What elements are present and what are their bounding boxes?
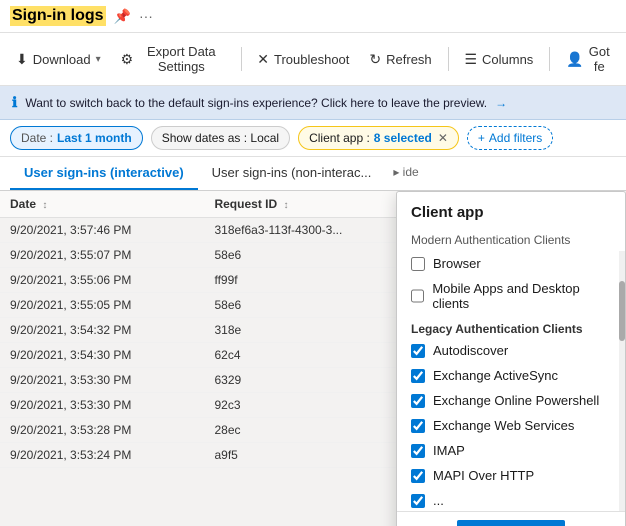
got-icon: 👤 — [566, 51, 583, 68]
label-extra: ... — [433, 493, 444, 508]
checkbox-exchange-activesync[interactable] — [411, 369, 425, 383]
date-filter-chip[interactable]: Date : Last 1 month — [10, 126, 143, 150]
client-app-dropdown: Client app Modern Authentication Clients… — [396, 191, 626, 526]
tab-non-interactive[interactable]: User sign-ins (non-interac... — [198, 157, 386, 190]
dropdown-item-autodiscover[interactable]: Autodiscover — [397, 338, 625, 363]
dropdown-item-imap[interactable]: IMAP — [397, 438, 625, 463]
dropdown-title: Client app — [397, 192, 625, 227]
download-button[interactable]: ⬇ Download ▾ — [8, 46, 109, 73]
cell-request_id: 92c3 — [204, 393, 408, 418]
toolbar-divider2 — [448, 47, 449, 71]
download-icon: ⬇ — [16, 51, 28, 68]
cell-request_id: ff99f — [204, 268, 408, 293]
checkbox-mobile-apps[interactable] — [411, 289, 424, 303]
checkbox-exchange-web-services[interactable] — [411, 419, 425, 433]
main-content: Date ↕ Request ID ↕ User Status — [0, 191, 626, 526]
scrollbar-track — [619, 251, 625, 511]
more-icon[interactable]: ··· — [139, 8, 153, 24]
page-title: Sign-in logs — [10, 6, 106, 26]
checkbox-autodiscover[interactable] — [411, 344, 425, 358]
legacy-section-label: Legacy Authentication Clients — [397, 316, 625, 338]
label-exchange-activesync: Exchange ActiveSync — [433, 368, 558, 383]
checkbox-imap[interactable] — [411, 444, 425, 458]
pin-icon[interactable]: 📌 — [114, 8, 131, 25]
label-autodiscover: Autodiscover — [433, 343, 508, 358]
client-app-chip[interactable]: Client app : 8 selected ✕ — [298, 126, 459, 150]
cell-request_id: 28ec — [204, 418, 408, 443]
cell-request_id: 318ef6a3-113f-4300-3... — [204, 218, 408, 243]
checkbox-exchange-online-powershell[interactable] — [411, 394, 425, 408]
cell-request_id: 58e6 — [204, 243, 408, 268]
refresh-icon: ↻ — [369, 51, 381, 68]
tab-interactive[interactable]: User sign-ins (interactive) — [10, 157, 198, 190]
dropdown-item-exchange-web-services[interactable]: Exchange Web Services — [397, 413, 625, 438]
col-request-id[interactable]: Request ID ↕ — [204, 191, 408, 218]
refresh-button[interactable]: ↻ Refresh — [361, 46, 439, 73]
label-exchange-web-services: Exchange Web Services — [433, 418, 574, 433]
cell-date: 9/20/2021, 3:53:30 PM — [0, 368, 204, 393]
checkbox-extra[interactable] — [411, 494, 425, 508]
dropdown-item-browser[interactable]: Browser — [397, 251, 625, 276]
cell-date: 9/20/2021, 3:53:24 PM — [0, 443, 204, 468]
export-data-settings-button[interactable]: ⚙ Export Data Settings — [113, 39, 233, 79]
cell-request_id: 58e6 — [204, 293, 408, 318]
cell-date: 9/20/2021, 3:55:06 PM — [0, 268, 204, 293]
info-icon: ℹ — [12, 94, 17, 111]
cell-date: 9/20/2021, 3:55:05 PM — [0, 293, 204, 318]
got-button[interactable]: 👤 Got fe — [558, 39, 618, 79]
dropdown-caret-icon: ▾ — [96, 54, 101, 65]
label-imap: IMAP — [433, 443, 465, 458]
dropdown-footer: Apply — [397, 511, 625, 526]
add-filters-button[interactable]: + Add filters — [467, 126, 553, 150]
scrollbar-thumb — [619, 281, 625, 341]
sort-icon-date: ↕ — [42, 200, 47, 211]
cell-date: 9/20/2021, 3:54:32 PM — [0, 318, 204, 343]
cell-date: 9/20/2021, 3:53:30 PM — [0, 393, 204, 418]
cell-request_id: a9f5 — [204, 443, 408, 468]
cell-request_id: 62c4 — [204, 343, 408, 368]
toolbar-divider3 — [549, 47, 550, 71]
show-dates-chip[interactable]: Show dates as : Local — [151, 126, 290, 150]
cell-date: 9/20/2021, 3:55:07 PM — [0, 243, 204, 268]
plus-icon: + — [478, 131, 485, 145]
dropdown-item-exchange-online-powershell[interactable]: Exchange Online Powershell — [397, 388, 625, 413]
cell-date: 9/20/2021, 3:53:28 PM — [0, 418, 204, 443]
cell-request_id: 318e — [204, 318, 408, 343]
toolbar-divider — [241, 47, 242, 71]
dropdown-item-mapi-over-http[interactable]: MAPI Over HTTP — [397, 463, 625, 488]
label-mapi-over-http: MAPI Over HTTP — [433, 468, 534, 483]
tab-more[interactable]: ▸ ide — [385, 157, 426, 190]
cell-date: 9/20/2021, 3:54:30 PM — [0, 343, 204, 368]
troubleshoot-icon: ✕ — [257, 51, 269, 68]
dropdown-item-mobile-apps[interactable]: Mobile Apps and Desktop clients — [397, 276, 625, 316]
cell-date: 9/20/2021, 3:57:46 PM — [0, 218, 204, 243]
filter-bar: Date : Last 1 month Show dates as : Loca… — [0, 120, 626, 157]
label-mobile-apps: Mobile Apps and Desktop clients — [432, 281, 611, 311]
columns-button[interactable]: ☰ Columns — [456, 46, 541, 73]
troubleshoot-button[interactable]: ✕ Troubleshoot — [249, 46, 357, 73]
client-app-close-icon[interactable]: ✕ — [438, 131, 448, 145]
info-bar: ℹ Want to switch back to the default sig… — [0, 86, 626, 120]
label-browser: Browser — [433, 256, 481, 271]
info-link[interactable]: → — [495, 96, 507, 110]
apply-button[interactable]: Apply — [457, 520, 564, 526]
checkbox-browser[interactable] — [411, 257, 425, 271]
tabs-bar: User sign-ins (interactive) User sign-in… — [0, 157, 626, 191]
title-bar: Sign-in logs 📌 ··· — [0, 0, 626, 33]
modern-section-label: Modern Authentication Clients — [397, 227, 625, 251]
dropdown-item-extra[interactable]: ... — [397, 488, 625, 511]
col-date[interactable]: Date ↕ — [0, 191, 204, 218]
checkbox-mapi-over-http[interactable] — [411, 469, 425, 483]
dropdown-scroll[interactable]: Browser Mobile Apps and Desktop clients … — [397, 251, 625, 511]
sort-icon-request-id: ↕ — [284, 200, 289, 211]
dropdown-item-exchange-activesync[interactable]: Exchange ActiveSync — [397, 363, 625, 388]
columns-icon: ☰ — [464, 51, 477, 68]
export-icon: ⚙ — [121, 51, 134, 68]
label-exchange-online-powershell: Exchange Online Powershell — [433, 393, 599, 408]
toolbar: ⬇ Download ▾ ⚙ Export Data Settings ✕ Tr… — [0, 33, 626, 86]
cell-request_id: 6329 — [204, 368, 408, 393]
